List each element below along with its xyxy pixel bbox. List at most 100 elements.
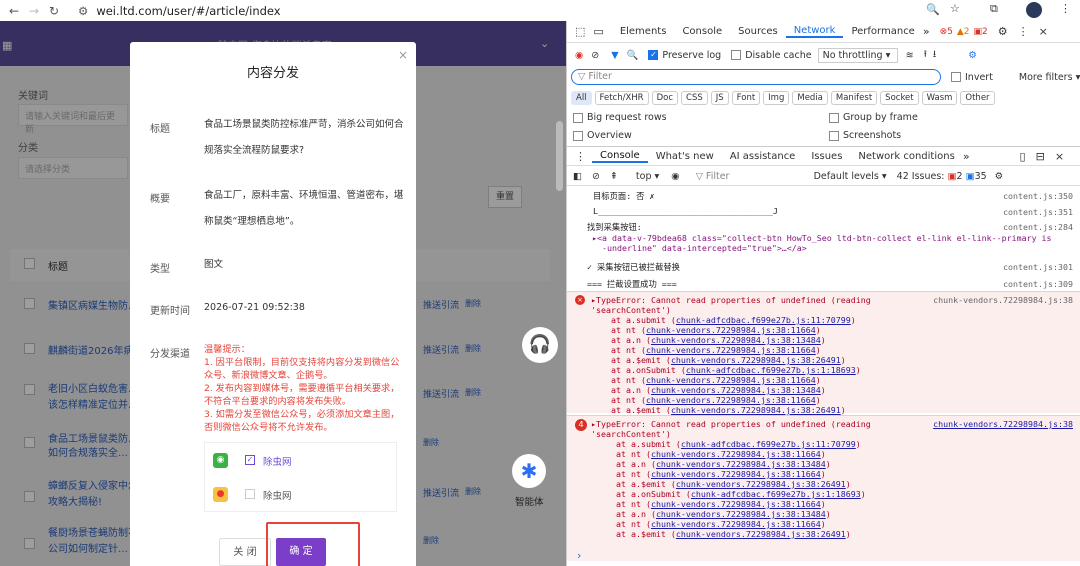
log-source-link[interactable]: content.js:284 [1003,222,1073,232]
live-expression-icon[interactable]: ◉ [671,171,679,182]
stack-line[interactable]: at a.submit (chunk-adfcdbac.f699e27b.js:… [591,315,1080,325]
stack-frame-link[interactable]: chunk-vendors.72298984.js:38:11664 [651,519,821,529]
log-source-link[interactable]: content.js:301 [1003,262,1073,272]
console-prompt[interactable]: › [577,549,581,562]
channel-checkbox[interactable] [245,489,255,499]
console-filter-input[interactable]: ▽ Filter [692,169,812,184]
close-icon[interactable]: × [1039,25,1048,38]
type-chip[interactable]: Manifest [830,91,878,105]
stack-line[interactable]: at a.$emit (chunk-vendors.72298984.js:38… [591,355,1080,365]
settings-icon[interactable]: ⚙ [998,25,1008,38]
stack-line[interactable]: at nt (chunk-vendors.72298984.js:38:1166… [591,395,1080,405]
type-chip[interactable]: Doc [651,91,679,105]
download-icon[interactable]: ⭳ [933,47,936,63]
stack-line[interactable]: at nt (chunk-vendors.72298984.js:38:1166… [591,519,1080,529]
info-badge[interactable]: ▣2 [974,27,988,37]
stack-frame-link[interactable]: chunk-vendors.72298984.js:38:26491 [676,529,846,539]
clear-console-icon[interactable]: ⊘ [592,171,600,182]
network-settings-icon[interactable]: ⚙ [968,50,977,61]
stack-line[interactable]: at a.onSubmit (chunk-adfcdbac.f699e27b.j… [591,365,1080,375]
screenshots-checkbox[interactable] [829,131,839,141]
stack-frame-link[interactable]: chunk-vendors.72298984.js:38:26491 [671,405,841,415]
stack-frame-link[interactable]: chunk-vendors.72298984.js:38:11664 [651,499,821,509]
stack-frame-link[interactable]: chunk-adfcdbac.f699e27b.js:11:70799 [681,439,856,449]
log-source-link[interactable]: content.js:350 [1003,191,1073,201]
log-levels-select[interactable]: Default levels ▾ [814,171,887,182]
throttle-select[interactable]: No throttling ▾ [817,47,898,63]
stack-frame-link[interactable]: chunk-vendors.72298984.js:38:11664 [646,325,816,335]
stack-frame-link[interactable]: chunk-vendors.72298984.js:38:26491 [671,355,841,365]
console-settings-icon[interactable]: ⚙ [995,171,1004,182]
log-element[interactable]: ▸<a data-v-79bdea68 class="collect-btn H… [567,233,1080,243]
more-drawer-tabs-icon[interactable]: » [963,150,970,163]
close-icon[interactable]: × [398,48,408,62]
overview-checkbox[interactable] [573,131,583,141]
wifi-icon[interactable]: ≋ [906,50,914,61]
error-badge[interactable]: ⊗5 [940,27,953,37]
stack-frame-link[interactable]: chunk-adfcdbac.f699e27b.js:11:70799 [676,315,851,325]
site-info-icon[interactable]: ⚙ [78,4,88,18]
filter-icon[interactable]: ▼ [611,50,618,61]
tab-console[interactable]: Console [674,26,730,37]
stack-frame-link[interactable]: chunk-vendors.72298984.js:38:13484 [656,509,826,519]
stack-line[interactable]: at a.onSubmit (chunk-adfcdbac.f699e27b.j… [591,489,1080,499]
preserve-log-checkbox[interactable]: ✓ [648,50,659,60]
stack-line[interactable]: at a.$emit (chunk-vendors.72298984.js:38… [591,405,1080,415]
issues-button[interactable]: 42 Issues: ▣2 ▣35 [897,171,987,182]
tab-network[interactable]: Network [785,25,844,38]
type-chip[interactable]: Font [731,91,761,105]
stack-frame-link[interactable]: chunk-vendors.72298984.js:38:11664 [646,345,816,355]
clear-icon[interactable]: ⊘ [591,50,599,61]
channel-checkbox-checked[interactable]: ✓ [245,455,255,465]
back-icon[interactable]: ← [4,4,24,18]
stack-line[interactable]: at a.submit (chunk-adfcdbac.f699e27b.js:… [591,439,1080,449]
stack-line[interactable]: at a.n (chunk-vendors.72298984.js:38:134… [591,509,1080,519]
more-filters-button[interactable]: More filters ▾ [1019,72,1080,83]
sidebar-toggle-icon[interactable]: ◧ [573,171,582,182]
profile-avatar[interactable] [1026,2,1042,18]
customer-service-icon[interactable]: 🎧 [522,327,558,363]
close-button[interactable]: 关 闭 [219,538,271,566]
type-chip-all[interactable]: All [571,91,592,105]
disable-cache-checkbox[interactable] [731,50,742,60]
stack-line[interactable]: at nt (chunk-vendors.72298984.js:38:1166… [591,469,1080,479]
split-icon[interactable]: ⊟ [1036,150,1045,163]
search-icon[interactable]: 🔍 [627,50,639,61]
channel-name[interactable]: 除虫网 [263,488,292,502]
more-icon[interactable]: ⋮ [1018,25,1029,38]
eager-eval-icon[interactable]: ⇞ [610,171,618,182]
warning-badge[interactable]: ▲2 [957,27,970,37]
stack-line[interactable]: at a.$emit (chunk-vendors.72298984.js:38… [591,529,1080,539]
stack-frame-link[interactable]: chunk-vendors.72298984.js:38:13484 [656,459,826,469]
record-icon[interactable]: ◉ [575,50,583,61]
tab-performance[interactable]: Performance [843,26,922,37]
agent-label[interactable]: 智能体 [515,494,544,508]
reload-icon[interactable]: ↻ [44,4,64,18]
stack-line[interactable]: at nt (chunk-vendors.72298984.js:38:1166… [591,325,1080,335]
stack-line[interactable]: at nt (chunk-vendors.72298984.js:38:1166… [591,375,1080,385]
zoom-icon[interactable]: 🔍 [926,3,940,16]
type-chip[interactable]: Media [792,91,828,105]
type-chip[interactable]: CSS [681,91,708,105]
type-chip[interactable]: Fetch/XHR [594,91,649,105]
log-element[interactable]: -underline" data-intercepted="true">…</a… [567,243,1080,253]
log-source-link[interactable]: content.js:309 [1003,279,1073,289]
type-chip[interactable]: JS [710,91,729,105]
confirm-button[interactable]: 确 定 [276,538,326,566]
device-icon[interactable]: ▭ [593,25,603,38]
upload-icon[interactable]: ⭱ [924,47,927,63]
more-tabs-icon[interactable]: » [923,25,930,38]
stack-frame-link[interactable]: chunk-adfcdbac.f699e27b.js:1:18693 [686,365,856,375]
error-source-link[interactable]: chunk-vendors.72298984.js:38 [933,295,1073,305]
agent-icon[interactable]: ✱ [512,454,546,488]
invert-checkbox[interactable] [951,72,961,82]
type-chip[interactable]: Other [960,91,995,105]
stack-frame-link[interactable]: chunk-vendors.72298984.js:38:13484 [651,385,821,395]
channel-name[interactable]: 除虫网 [263,454,292,468]
page-scrollbar[interactable] [556,121,563,191]
drawer-tab-issues[interactable]: Issues [803,151,850,162]
error-source-link[interactable]: chunk-vendors.72298984.js:38 [933,419,1073,429]
inspect-icon[interactable]: ⬚ [575,25,585,38]
drawer-tab-network-conditions[interactable]: Network conditions [850,151,962,162]
stack-frame-link[interactable]: chunk-vendors.72298984.js:38:26491 [676,479,846,489]
